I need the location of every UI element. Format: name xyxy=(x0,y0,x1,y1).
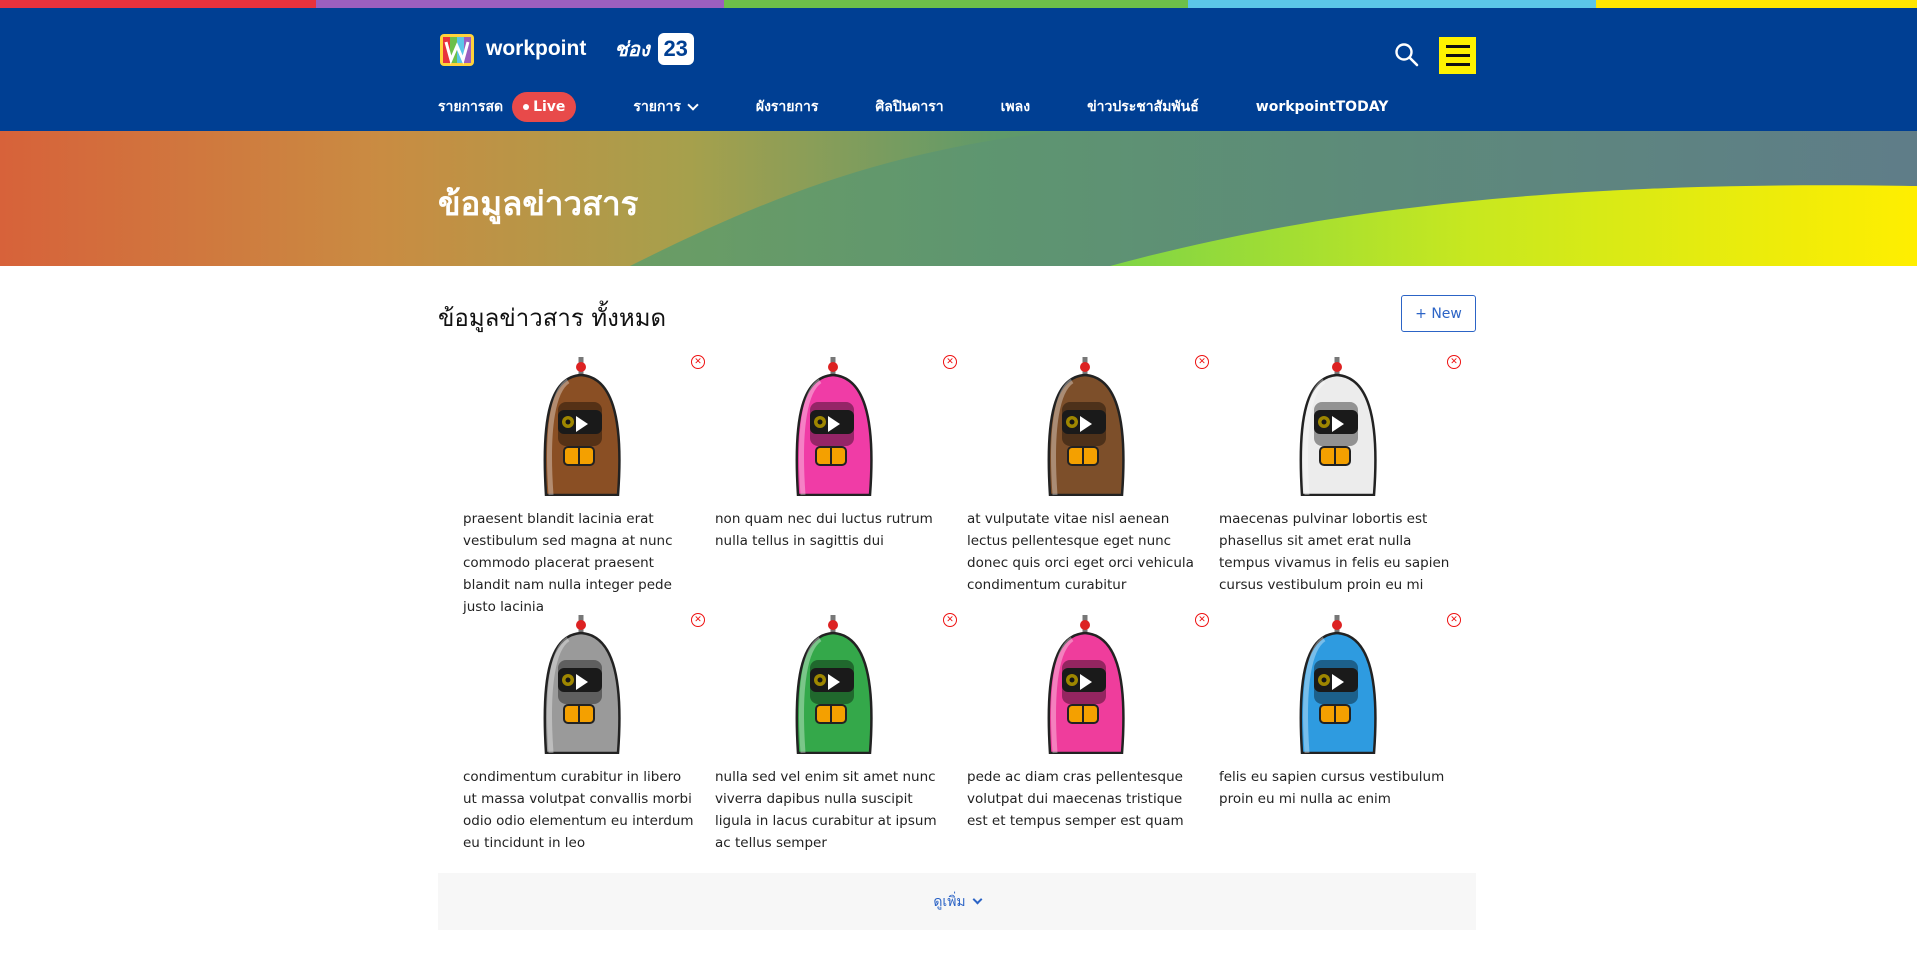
section-title: ข้อมูลข่าวสาร ทั้งหมด xyxy=(438,304,667,332)
nav-programs[interactable]: รายการ xyxy=(633,96,699,118)
news-caption[interactable]: condimentum curabitur in libero ut massa… xyxy=(463,766,699,854)
news-thumbnail[interactable] xyxy=(715,613,951,754)
delete-button[interactable]: ✕ xyxy=(691,613,705,627)
news-card[interactable]: ✕ maecenas pulvinar lobortis est phasell… xyxy=(1219,355,1461,613)
news-grid: ✕ praesent blandit lacinia erat vestibul… xyxy=(463,355,1473,871)
live-badge[interactable]: Live xyxy=(512,92,577,122)
news-thumbnail[interactable] xyxy=(1219,613,1455,754)
search-button[interactable] xyxy=(1394,42,1420,68)
news-thumbnail[interactable] xyxy=(1219,355,1455,496)
play-icon xyxy=(1079,416,1092,432)
top-color-stripe xyxy=(0,0,1917,8)
nav-music[interactable]: เพลง xyxy=(1001,96,1030,118)
close-circle-icon: ✕ xyxy=(1198,357,1206,367)
new-item-button[interactable]: + New xyxy=(1401,295,1476,332)
brand-channel-label: ช่อง xyxy=(614,37,650,61)
nav-press-news[interactable]: ข่าวประชาสัมพันธ์ xyxy=(1087,96,1199,118)
close-circle-icon: ✕ xyxy=(1450,357,1458,367)
news-caption[interactable]: non quam nec dui luctus rutrum nulla tel… xyxy=(715,508,951,552)
news-card[interactable]: ✕ at vulputate vitae nisl aenean lectus … xyxy=(967,355,1209,613)
play-icon xyxy=(575,416,588,432)
play-button[interactable] xyxy=(1314,402,1358,446)
play-icon xyxy=(575,674,588,690)
delete-button[interactable]: ✕ xyxy=(943,613,957,627)
close-circle-icon: ✕ xyxy=(694,615,702,625)
close-circle-icon: ✕ xyxy=(1198,615,1206,625)
search-icon xyxy=(1395,43,1419,67)
news-thumbnail[interactable] xyxy=(463,355,699,496)
play-icon xyxy=(1331,416,1344,432)
live-dot-icon xyxy=(523,104,530,110)
news-thumbnail[interactable] xyxy=(967,613,1203,754)
nav-schedule[interactable]: ผังรายการ xyxy=(756,96,818,118)
chevron-down-icon xyxy=(972,894,983,905)
brand-wordmark: workpoint xyxy=(486,37,587,60)
play-icon xyxy=(827,674,840,690)
play-button[interactable] xyxy=(558,402,602,446)
news-card[interactable]: ✕ condimentum curabitur in libero ut mas… xyxy=(463,613,705,871)
news-caption[interactable]: pede ac diam cras pellentesque volutpat … xyxy=(967,766,1203,832)
news-caption[interactable]: nulla sed vel enim sit amet nunc viverra… xyxy=(715,766,951,854)
close-circle-icon: ✕ xyxy=(694,357,702,367)
load-more-bar: ดูเพิ่ม xyxy=(438,873,1476,930)
news-caption[interactable]: praesent blandit lacinia erat vestibulum… xyxy=(463,508,699,618)
news-caption[interactable]: felis eu sapien cursus vestibulum proin … xyxy=(1219,766,1455,810)
page-title: ข้อมูลข่าวสาร xyxy=(438,184,639,223)
news-card[interactable]: ✕ felis eu sapien cursus vestibulum proi… xyxy=(1219,613,1461,871)
news-caption[interactable]: maecenas pulvinar lobortis est phasellus… xyxy=(1219,508,1455,596)
workpoint-logo-icon xyxy=(438,30,476,68)
close-circle-icon: ✕ xyxy=(1450,615,1458,625)
news-thumbnail[interactable] xyxy=(967,355,1203,496)
nav-artists[interactable]: ศิลปินดารา xyxy=(875,96,943,118)
nav-live-shows[interactable]: รายการสด Live xyxy=(438,92,577,122)
news-caption[interactable]: at vulputate vitae nisl aenean lectus pe… xyxy=(967,508,1203,596)
news-card[interactable]: ✕ nulla sed vel enim sit amet nunc viver… xyxy=(715,613,957,871)
play-button[interactable] xyxy=(1062,402,1106,446)
page-banner: ข้อมูลข่าวสาร xyxy=(0,131,1917,266)
delete-button[interactable]: ✕ xyxy=(1195,355,1209,369)
play-icon xyxy=(1331,674,1344,690)
delete-button[interactable]: ✕ xyxy=(1447,613,1461,627)
play-button[interactable] xyxy=(1314,660,1358,704)
play-button[interactable] xyxy=(1062,660,1106,704)
delete-button[interactable]: ✕ xyxy=(943,355,957,369)
brand-channel-number: 23 xyxy=(657,33,694,65)
delete-button[interactable]: ✕ xyxy=(1447,355,1461,369)
brand-logo[interactable]: workpoint ช่อง 23 xyxy=(438,30,694,68)
news-thumbnail[interactable] xyxy=(715,355,951,496)
delete-button[interactable]: ✕ xyxy=(691,355,705,369)
play-button[interactable] xyxy=(810,660,854,704)
news-card[interactable]: ✕ non quam nec dui luctus rutrum nulla t… xyxy=(715,355,957,613)
play-button[interactable] xyxy=(810,402,854,446)
chevron-down-icon xyxy=(687,99,699,111)
nav-workpoint-today[interactable]: workpointTODAY xyxy=(1256,99,1389,115)
site-header: workpoint ช่อง 23 รายการสด Live รายการ ผ… xyxy=(0,8,1917,131)
play-button[interactable] xyxy=(558,660,602,704)
play-icon xyxy=(1079,674,1092,690)
load-more-link[interactable]: ดูเพิ่ม xyxy=(933,891,983,913)
hamburger-icon xyxy=(1445,45,1470,48)
hamburger-menu-button[interactable] xyxy=(1439,37,1476,74)
news-card[interactable]: ✕ pede ac diam cras pellentesque volutpa… xyxy=(967,613,1209,871)
close-circle-icon: ✕ xyxy=(946,615,954,625)
news-card[interactable]: ✕ praesent blandit lacinia erat vestibul… xyxy=(463,355,705,615)
delete-button[interactable]: ✕ xyxy=(1195,613,1209,627)
banner-wave-graphic xyxy=(630,131,1917,266)
main-nav: รายการสด Live รายการ ผังรายการ ศิลปินดาร… xyxy=(438,92,1389,122)
play-icon xyxy=(827,416,840,432)
news-thumbnail[interactable] xyxy=(463,613,699,754)
close-circle-icon: ✕ xyxy=(946,357,954,367)
